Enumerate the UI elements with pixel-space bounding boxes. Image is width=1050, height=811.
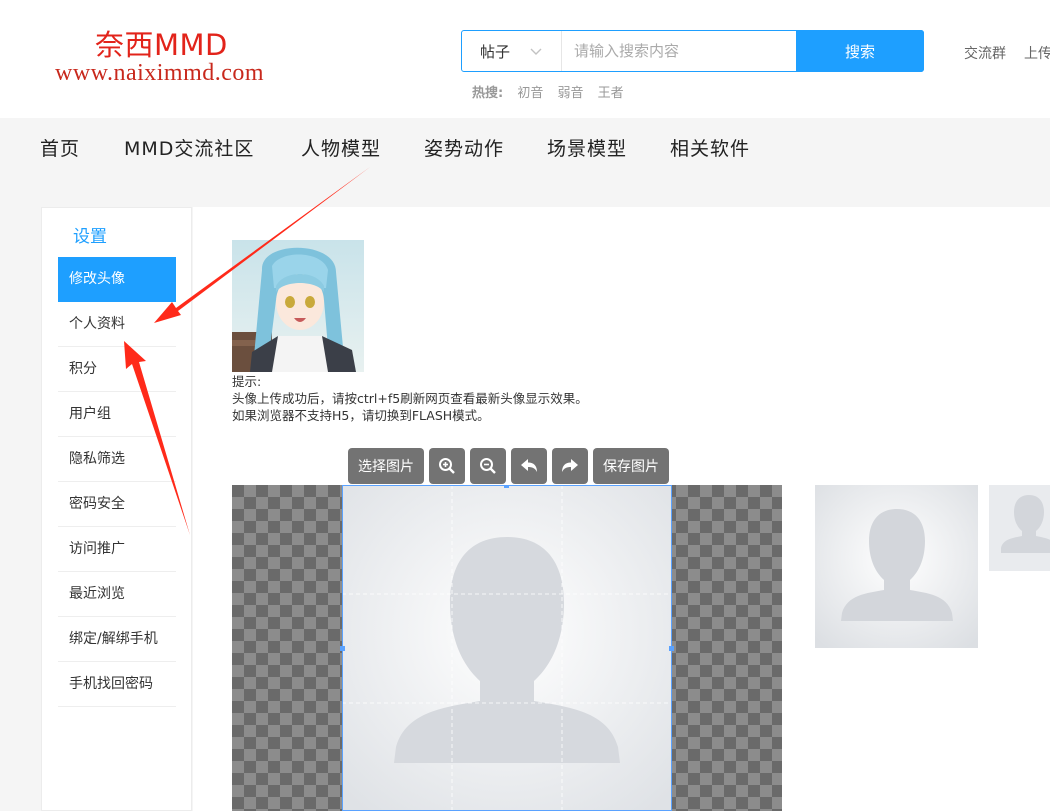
search-type-select[interactable]: 帖子 bbox=[462, 31, 562, 71]
search-bar: 帖子 搜索 bbox=[461, 30, 924, 72]
zoom-out-button[interactable] bbox=[470, 448, 506, 484]
top-links: 交流群 上传 bbox=[964, 43, 1050, 63]
tips-title: 提示: bbox=[232, 374, 262, 389]
tips-line-2: 如果浏览器不支持H5，请切换到FLASH模式。 bbox=[232, 408, 490, 423]
hot-keyword[interactable]: 王者 bbox=[598, 86, 624, 101]
sidebar-item-avatar[interactable]: 修改头像 bbox=[58, 257, 176, 302]
save-image-button[interactable]: 保存图片 bbox=[593, 448, 669, 484]
rotate-left-icon bbox=[521, 459, 537, 472]
sidebar-item-points[interactable]: 积分 bbox=[58, 347, 176, 392]
search-input[interactable] bbox=[562, 31, 792, 71]
avatar-panel: 提示: 头像上传成功后，请按ctrl+f5刷新网页查看最新头像显示效果。 如果浏… bbox=[193, 207, 1050, 811]
avatar-preview-small bbox=[989, 485, 1050, 571]
nav-item-character-models[interactable]: 人物模型 bbox=[301, 134, 381, 161]
current-avatar bbox=[232, 240, 364, 372]
zoom-in-icon bbox=[439, 458, 455, 474]
crop-handle-right[interactable] bbox=[669, 646, 674, 651]
nav-item-motions[interactable]: 姿势动作 bbox=[424, 134, 504, 161]
zoom-in-button[interactable] bbox=[429, 448, 465, 484]
hot-keyword[interactable]: 初音 bbox=[517, 86, 543, 101]
sidebar-item-password[interactable]: 密码安全 bbox=[58, 482, 176, 527]
top-link-upload[interactable]: 上传 bbox=[1024, 46, 1050, 62]
nav-item-home[interactable]: 首页 bbox=[40, 134, 80, 161]
tips-line-1: 头像上传成功后，请按ctrl+f5刷新网页查看最新头像显示效果。 bbox=[232, 391, 588, 406]
nav-item-community[interactable]: MMD交流社区 bbox=[124, 134, 254, 161]
select-image-button[interactable]: 选择图片 bbox=[348, 448, 424, 484]
crop-selection-frame[interactable] bbox=[342, 485, 672, 811]
sidebar-title: 设置 bbox=[73, 227, 107, 247]
sidebar-item-privacy[interactable]: 隐私筛选 bbox=[58, 437, 176, 482]
sidebar-list: 修改头像 个人资料 积分 用户组 隐私筛选 密码安全 访问推广 最近浏览 绑定/… bbox=[58, 257, 176, 707]
chevron-down-icon bbox=[530, 48, 542, 55]
settings-sidebar: 设置 修改头像 个人资料 积分 用户组 隐私筛选 密码安全 访问推广 最近浏览 … bbox=[41, 207, 192, 811]
hot-search: 热搜: 初音 弱音 王者 bbox=[472, 82, 634, 101]
content-area: 设置 修改头像 个人资料 积分 用户组 隐私筛选 密码安全 访问推广 最近浏览 … bbox=[0, 207, 1050, 811]
sidebar-item-profile[interactable]: 个人资料 bbox=[58, 302, 176, 347]
avatar-preview-large bbox=[815, 485, 978, 648]
zoom-out-icon bbox=[480, 458, 496, 474]
site-logo[interactable]: 奈西MMD www.naiximmd.com bbox=[55, 22, 305, 92]
sidebar-item-recent[interactable]: 最近浏览 bbox=[58, 572, 176, 617]
crop-handle-top[interactable] bbox=[504, 485, 509, 488]
rotate-left-button[interactable] bbox=[511, 448, 547, 484]
logo-url-text: www.naiximmd.com bbox=[55, 60, 265, 86]
top-link-group[interactable]: 交流群 bbox=[964, 46, 1006, 62]
hot-search-label: 热搜: bbox=[472, 86, 504, 101]
logo-chinese-text: 奈西MMD bbox=[95, 28, 228, 62]
rotate-right-icon bbox=[562, 459, 578, 472]
search-type-value: 帖子 bbox=[480, 43, 511, 61]
main-nav: 首页 MMD交流社区 人物模型 姿势动作 场景模型 相关软件 bbox=[0, 118, 1050, 208]
site-header: 奈西MMD www.naiximmd.com 帖子 搜索 热搜: 初音 弱音 王… bbox=[0, 0, 1050, 118]
sidebar-item-promotion[interactable]: 访问推广 bbox=[58, 527, 176, 572]
crop-area[interactable] bbox=[232, 485, 782, 811]
sidebar-item-bind-phone[interactable]: 绑定/解绑手机 bbox=[58, 617, 176, 662]
hot-keyword[interactable]: 弱音 bbox=[558, 86, 584, 101]
rotate-right-button[interactable] bbox=[552, 448, 588, 484]
crop-handle-left[interactable] bbox=[340, 646, 345, 651]
search-button[interactable]: 搜索 bbox=[796, 30, 924, 72]
nav-item-scene-models[interactable]: 场景模型 bbox=[547, 134, 627, 161]
sidebar-item-usergroup[interactable]: 用户组 bbox=[58, 392, 176, 437]
sidebar-item-phone-recover[interactable]: 手机找回密码 bbox=[58, 662, 176, 707]
nav-item-software[interactable]: 相关软件 bbox=[670, 134, 750, 161]
upload-tips: 提示: 头像上传成功后，请按ctrl+f5刷新网页查看最新头像显示效果。 如果浏… bbox=[232, 373, 588, 424]
